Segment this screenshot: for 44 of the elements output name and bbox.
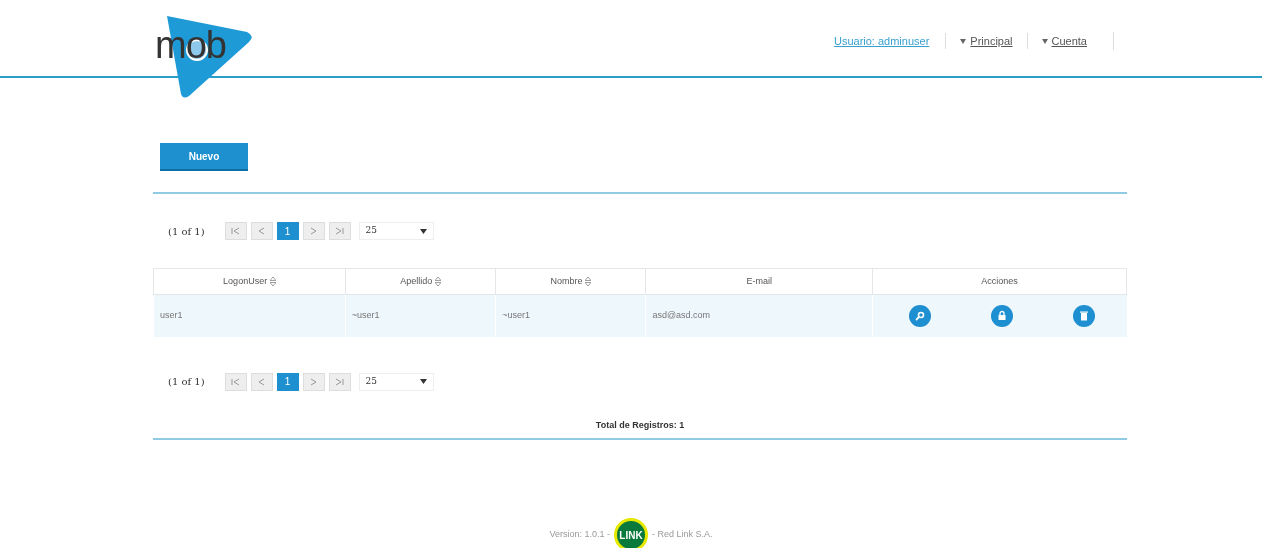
caret-icon <box>419 379 427 384</box>
company-text: - Red Link S.A. <box>652 528 713 542</box>
page-size-select[interactable]: 25 <box>358 372 434 391</box>
skip-arrow-icon <box>231 377 241 386</box>
version-text: Version: 1.0.1 - <box>549 528 610 542</box>
previous-page-button[interactable] <box>250 222 273 240</box>
skip-arrow-icon <box>231 227 241 235</box>
skip-arrow-icon <box>335 227 345 235</box>
trash-icon[interactable] <box>1073 304 1096 327</box>
menu-link[interactable]: Principal <box>945 32 1027 50</box>
last-page-button[interactable] <box>328 222 351 240</box>
sort-icon <box>585 276 592 286</box>
skip-arrow-icon <box>335 377 345 386</box>
first-page-button[interactable] <box>224 222 247 240</box>
page-info: (1 of 1) <box>168 375 205 389</box>
first-page-button[interactable] <box>224 372 247 391</box>
sortable-column-header[interactable]: Nombre <box>550 275 583 286</box>
previous-page-button[interactable] <box>250 372 273 391</box>
last-page-button[interactable] <box>328 372 351 391</box>
table-cell: user1 <box>153 294 346 337</box>
next-page-button[interactable] <box>302 222 325 240</box>
new-button[interactable]: Nuevo <box>160 143 248 169</box>
sortable-column-header[interactable]: Apellido <box>400 275 433 286</box>
sortable-column-header[interactable]: LogonUser <box>223 275 268 286</box>
table-cell: ~user1 <box>495 294 646 337</box>
next-page-button[interactable] <box>302 372 325 391</box>
menu-link[interactable]: Cuenta <box>1026 32 1101 50</box>
table-cell: asd@asd.com <box>645 294 873 337</box>
column-header: Acciones <box>981 275 1018 286</box>
sort-icon <box>269 276 276 286</box>
caret-icon <box>960 38 967 44</box>
total-records: Total de Registros: 1 <box>153 412 1127 440</box>
page-size-select[interactable]: 25 <box>358 222 434 240</box>
lock-icon[interactable] <box>991 304 1014 327</box>
caret-icon <box>419 228 427 234</box>
page-button[interactable]: 1 <box>276 222 299 240</box>
caret-icon <box>1041 38 1048 44</box>
sort-icon <box>434 276 441 286</box>
column-header: E-mail <box>746 275 773 286</box>
page-info: (1 of 1) <box>168 224 205 239</box>
table-cell: ~user1 <box>345 294 496 337</box>
key-icon[interactable] <box>909 304 932 327</box>
page-button[interactable]: 1 <box>276 372 299 391</box>
link-logo: LINK <box>614 518 648 548</box>
